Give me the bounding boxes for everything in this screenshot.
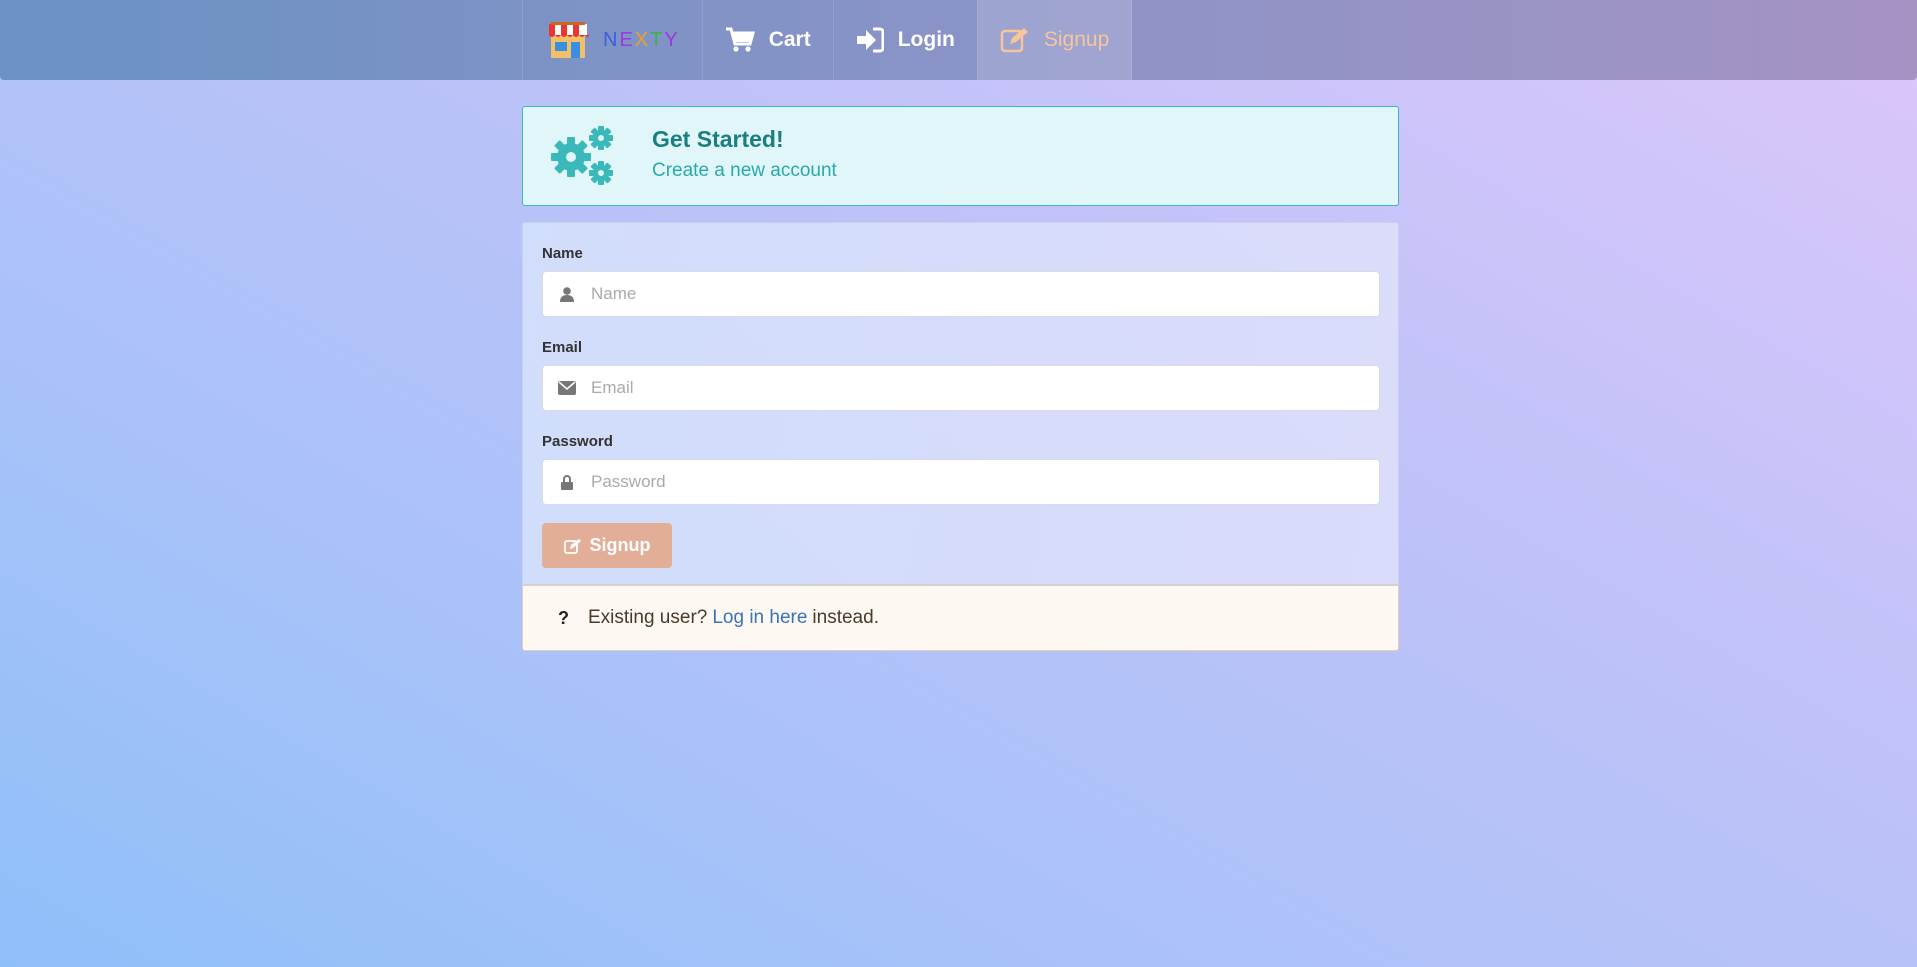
email-label: Email [542,339,583,356]
navbar: NEXTY Cart Login Signup [0,0,1917,80]
brand-letter: X [634,29,651,51]
nav-item-login[interactable]: Login [832,0,977,80]
sign-in-icon [856,27,884,53]
password-field[interactable] [542,459,1380,505]
gears-icon [549,125,619,192]
page-subtitle: Create a new account [652,160,837,181]
brand-link[interactable]: NEXTY [522,0,702,80]
email-input[interactable] [591,366,1379,410]
existing-user-alert: ? Existing user? Log in here instead. [522,585,1399,651]
existing-suffix: instead. [812,607,879,628]
edit-icon [1000,28,1028,53]
password-label: Password [542,433,613,450]
nav-item-label: Login [897,28,955,51]
brand-letter: Y [664,29,680,51]
question-icon: ? [558,607,569,628]
signup-form: Name Email Password Signup [522,222,1399,585]
password-input[interactable] [591,460,1379,504]
existing-prefix: Existing user? [588,607,708,628]
store-icon [549,22,589,58]
name-label: Name [542,245,583,262]
brand-letter: T [650,29,665,51]
nav-items: NEXTY Cart Login Signup [522,0,1133,80]
nav-item-label: Signup [1043,28,1110,51]
page-title: Get Started! [652,126,784,152]
login-link[interactable]: Log in here [712,607,807,629]
email-field[interactable] [542,365,1380,411]
get-started-alert: Get Started! Create a new account [522,106,1399,206]
brand-letter: E [619,29,635,51]
signup-button-label: Signup [589,535,651,555]
envelope-icon [543,381,591,395]
edit-icon [563,538,581,554]
user-icon [543,286,591,302]
nav-item-signup[interactable]: Signup [976,0,1133,80]
signup-button[interactable]: Signup [542,523,672,568]
nav-item-cart[interactable]: Cart [701,0,833,80]
lock-icon [543,474,591,490]
nav-item-label: Cart [768,28,811,51]
cart-icon [725,27,755,52]
name-input[interactable] [591,272,1379,316]
name-field[interactable] [542,271,1380,317]
brand-letter: N [603,29,620,51]
brand-name: NEXTY [603,28,680,52]
